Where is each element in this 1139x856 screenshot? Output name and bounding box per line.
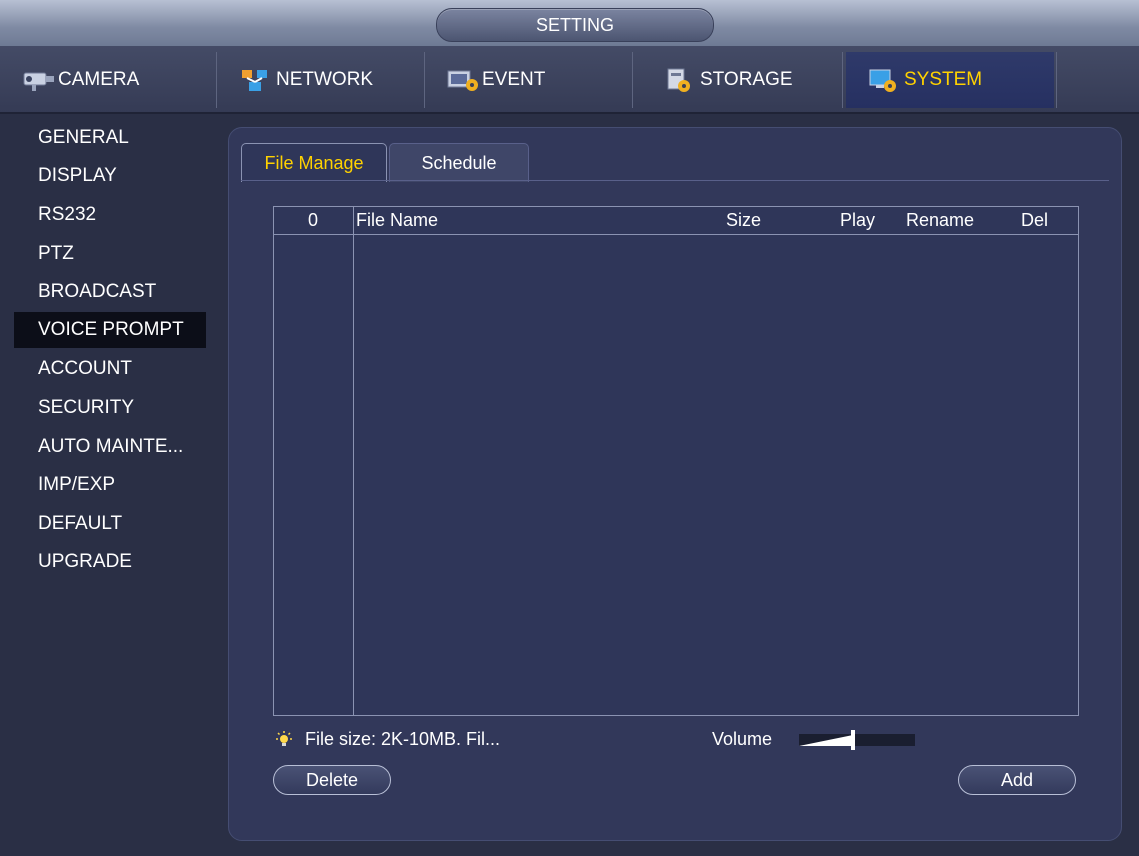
event-icon [446, 67, 478, 93]
top-tab-bar: CAMERA NETWORK EVENT STORAGE SYSTEM [0, 46, 1139, 114]
tab-underline [241, 180, 1109, 181]
sidebar-item-rs232[interactable]: RS232 [14, 197, 206, 233]
tab-divider [424, 52, 425, 108]
title-bar: SETTING [0, 0, 1139, 47]
lightbulb-icon [275, 730, 293, 749]
tab-camera-label: CAMERA [58, 69, 140, 90]
tab-system[interactable]: SYSTEM [846, 52, 1054, 108]
tab-camera[interactable]: CAMERA [22, 52, 212, 108]
column-header-rename: Rename [906, 210, 975, 230]
tab-divider [632, 52, 633, 108]
tab-divider [216, 52, 217, 108]
volume-slider[interactable] [799, 730, 915, 750]
tab-system-label: SYSTEM [904, 69, 983, 90]
voice-prompt-panel: File Manage Schedule 0 File Name Size Pl… [228, 127, 1122, 841]
sidebar: GENERAL DISPLAY RS232 PTZ BROADCAST VOIC… [0, 114, 214, 856]
tab-network-label: NETWORK [276, 69, 374, 90]
column-divider [353, 207, 354, 715]
volume-slider-handle[interactable] [851, 730, 855, 750]
sidebar-item-display[interactable]: DISPLAY [14, 158, 206, 194]
tab-storage-label: STORAGE [700, 69, 793, 90]
file-table[interactable]: 0 File Name Size Play Rename Del [273, 206, 1079, 716]
file-size-note-text: File size: 2K-10MB. Fil... [305, 729, 501, 749]
add-button[interactable]: Add [958, 765, 1076, 795]
column-header-index: 0 [308, 210, 319, 230]
network-icon [240, 67, 270, 93]
volume-label: Volume [712, 729, 773, 749]
delete-button[interactable]: Delete [273, 765, 391, 795]
sidebar-item-security[interactable]: SECURITY [14, 390, 206, 426]
file-size-note: File size: 2K-10MB. Fil... [275, 729, 500, 750]
sidebar-item-voice-prompt[interactable]: VOICE PROMPT [14, 312, 206, 348]
column-header-play: Play [840, 210, 876, 230]
sidebar-item-default[interactable]: DEFAULT [14, 506, 206, 542]
sidebar-item-upgrade[interactable]: UPGRADE [14, 544, 206, 580]
tab-storage[interactable]: STORAGE [664, 52, 834, 108]
column-header-del: Del [1021, 210, 1049, 230]
table-header: 0 File Name Size Play Rename Del [274, 207, 1078, 235]
tab-divider [842, 52, 843, 108]
tab-network[interactable]: NETWORK [240, 52, 420, 108]
sidebar-item-ptz[interactable]: PTZ [14, 236, 206, 272]
tab-file-manage[interactable]: File Manage [241, 143, 387, 182]
column-header-size[interactable]: Size [726, 207, 761, 234]
camera-icon [22, 67, 54, 93]
storage-icon [664, 67, 694, 93]
tab-schedule[interactable]: Schedule [389, 143, 529, 182]
window-title: SETTING [436, 8, 714, 42]
system-icon [868, 67, 898, 93]
tab-event[interactable]: EVENT [446, 52, 626, 108]
tab-divider [1056, 52, 1057, 108]
sidebar-item-imp-exp[interactable]: IMP/EXP [14, 467, 206, 503]
sidebar-item-broadcast[interactable]: BROADCAST [14, 274, 206, 310]
tab-event-label: EVENT [482, 69, 546, 90]
sidebar-item-general[interactable]: GENERAL [14, 120, 206, 156]
sidebar-item-account[interactable]: ACCOUNT [14, 351, 206, 387]
sidebar-item-auto-maintain[interactable]: AUTO MAINTE... [14, 429, 206, 465]
column-header-file-name[interactable]: File Name [356, 207, 438, 234]
